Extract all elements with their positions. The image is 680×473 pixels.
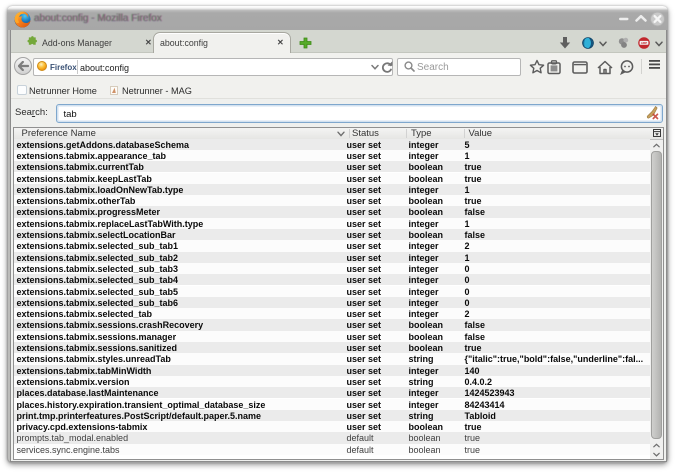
svg-text:ABP: ABP — [641, 41, 647, 45]
